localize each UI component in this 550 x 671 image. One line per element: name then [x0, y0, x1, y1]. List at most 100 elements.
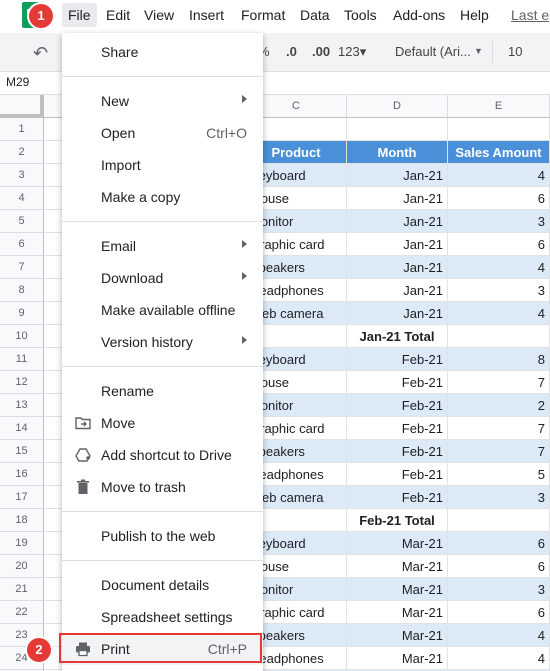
menu-format[interactable]: Format	[241, 7, 285, 23]
table-cell[interactable]: Jan-21	[347, 302, 448, 325]
row-number[interactable]: 12	[0, 371, 44, 394]
table-cell[interactable]: Jan-21	[347, 164, 448, 187]
menu-item-move[interactable]: Move	[62, 407, 263, 439]
table-cell[interactable]: Jan-21	[347, 279, 448, 302]
table-cell[interactable]: Mar-21	[347, 532, 448, 555]
select-all-corner[interactable]	[0, 95, 44, 118]
row-number[interactable]: 5	[0, 210, 44, 233]
row-number[interactable]: 18	[0, 509, 44, 532]
menu-item-import[interactable]: Import	[62, 149, 263, 181]
table-cell[interactable]: Mar-21	[347, 601, 448, 624]
table-cell[interactable]: Feb-21 Total	[347, 509, 448, 532]
table-cell[interactable]: 6	[448, 187, 550, 210]
menu-item-publish[interactable]: Publish to the web	[62, 520, 263, 552]
menu-item-spreadsheet-settings[interactable]: Spreadsheet settings	[62, 601, 263, 633]
table-cell[interactable]	[347, 118, 448, 141]
table-cell[interactable]: 4	[448, 164, 550, 187]
table-cell[interactable]: Feb-21	[347, 417, 448, 440]
row-number[interactable]: 4	[0, 187, 44, 210]
column-header-d[interactable]: D	[347, 95, 448, 118]
table-cell[interactable]: Mar-21	[347, 624, 448, 647]
name-box[interactable]: M29	[6, 75, 29, 89]
menu-tools[interactable]: Tools	[344, 7, 377, 23]
row-number[interactable]: 1	[0, 118, 44, 141]
menu-item-make-copy[interactable]: Make a copy	[62, 181, 263, 213]
menu-item-open[interactable]: Open Ctrl+O	[62, 117, 263, 149]
table-cell[interactable]: Feb-21	[347, 440, 448, 463]
column-header-e[interactable]: E	[448, 95, 550, 118]
menu-addons[interactable]: Add-ons	[393, 7, 445, 23]
table-cell[interactable]: 4	[448, 624, 550, 647]
table-cell[interactable]: 3	[448, 279, 550, 302]
menu-data[interactable]: Data	[300, 7, 330, 23]
row-number[interactable]: 6	[0, 233, 44, 256]
table-cell[interactable]: Month	[347, 141, 448, 164]
table-cell[interactable]: 6	[448, 601, 550, 624]
menu-item-trash[interactable]: Move to trash	[62, 471, 263, 503]
table-cell[interactable]: 3	[448, 486, 550, 509]
row-number[interactable]: 13	[0, 394, 44, 417]
table-cell[interactable]: Sales Amount	[448, 141, 550, 164]
row-number[interactable]: 10	[0, 325, 44, 348]
table-cell[interactable]: Feb-21	[347, 348, 448, 371]
table-cell[interactable]: Feb-21	[347, 371, 448, 394]
increase-decimal-button[interactable]: .00	[312, 44, 330, 59]
row-number[interactable]: 19	[0, 532, 44, 555]
menu-item-add-shortcut[interactable]: Add shortcut to Drive	[62, 439, 263, 471]
menu-item-share[interactable]: Share	[62, 36, 263, 68]
table-cell[interactable]: Mar-21	[347, 647, 448, 670]
menu-help[interactable]: Help	[460, 7, 489, 23]
row-number[interactable]: 17	[0, 486, 44, 509]
table-cell[interactable]: Feb-21	[347, 463, 448, 486]
table-cell[interactable]	[448, 325, 550, 348]
table-cell[interactable]: 4	[448, 647, 550, 670]
row-number[interactable]: 2	[0, 141, 44, 164]
row-number[interactable]: 15	[0, 440, 44, 463]
menu-item-download[interactable]: Download	[62, 262, 263, 294]
table-cell[interactable]: 2	[448, 394, 550, 417]
font-select[interactable]: Default (Ari...	[395, 44, 471, 59]
table-cell[interactable]: Mar-21	[347, 555, 448, 578]
menu-item-new[interactable]: New	[62, 85, 263, 117]
table-cell[interactable]: 8	[448, 348, 550, 371]
row-number[interactable]: 21	[0, 578, 44, 601]
row-number[interactable]: 8	[0, 279, 44, 302]
menu-item-version-history[interactable]: Version history	[62, 326, 263, 358]
row-number[interactable]: 20	[0, 555, 44, 578]
table-cell[interactable]: 6	[448, 532, 550, 555]
row-number[interactable]: 9	[0, 302, 44, 325]
decrease-decimal-button[interactable]: .0	[286, 44, 297, 59]
table-cell[interactable]: 6	[448, 555, 550, 578]
table-cell[interactable]: Jan-21 Total	[347, 325, 448, 348]
table-cell[interactable]: 7	[448, 440, 550, 463]
menu-view[interactable]: View	[144, 7, 174, 23]
table-cell[interactable]: 3	[448, 578, 550, 601]
row-number[interactable]: 14	[0, 417, 44, 440]
table-cell[interactable]: Mar-21	[347, 578, 448, 601]
menu-item-rename[interactable]: Rename	[62, 375, 263, 407]
menu-edit[interactable]: Edit	[106, 7, 130, 23]
table-cell[interactable]	[448, 118, 550, 141]
table-cell[interactable]: Jan-21	[347, 256, 448, 279]
table-cell[interactable]: Jan-21	[347, 187, 448, 210]
table-cell[interactable]: 4	[448, 302, 550, 325]
row-number[interactable]: 22	[0, 601, 44, 624]
table-cell[interactable]: Feb-21	[347, 394, 448, 417]
row-number[interactable]: 16	[0, 463, 44, 486]
last-edit-link[interactable]: Last e	[511, 7, 549, 23]
row-number[interactable]: 11	[0, 348, 44, 371]
table-cell[interactable]: 3	[448, 210, 550, 233]
table-cell[interactable]: 4	[448, 256, 550, 279]
row-number[interactable]: 7	[0, 256, 44, 279]
table-cell[interactable]: 6	[448, 233, 550, 256]
more-formats-button[interactable]: 123▾	[338, 44, 366, 60]
table-cell[interactable]: 7	[448, 371, 550, 394]
undo-icon[interactable]: ↶	[33, 43, 48, 64]
table-cell[interactable]: Feb-21	[347, 486, 448, 509]
menu-insert[interactable]: Insert	[189, 7, 224, 23]
menu-file[interactable]: File	[62, 3, 97, 27]
menu-item-offline[interactable]: Make available offline	[62, 294, 263, 326]
table-cell[interactable]	[448, 509, 550, 532]
table-cell[interactable]: Jan-21	[347, 233, 448, 256]
table-cell[interactable]: Jan-21	[347, 210, 448, 233]
